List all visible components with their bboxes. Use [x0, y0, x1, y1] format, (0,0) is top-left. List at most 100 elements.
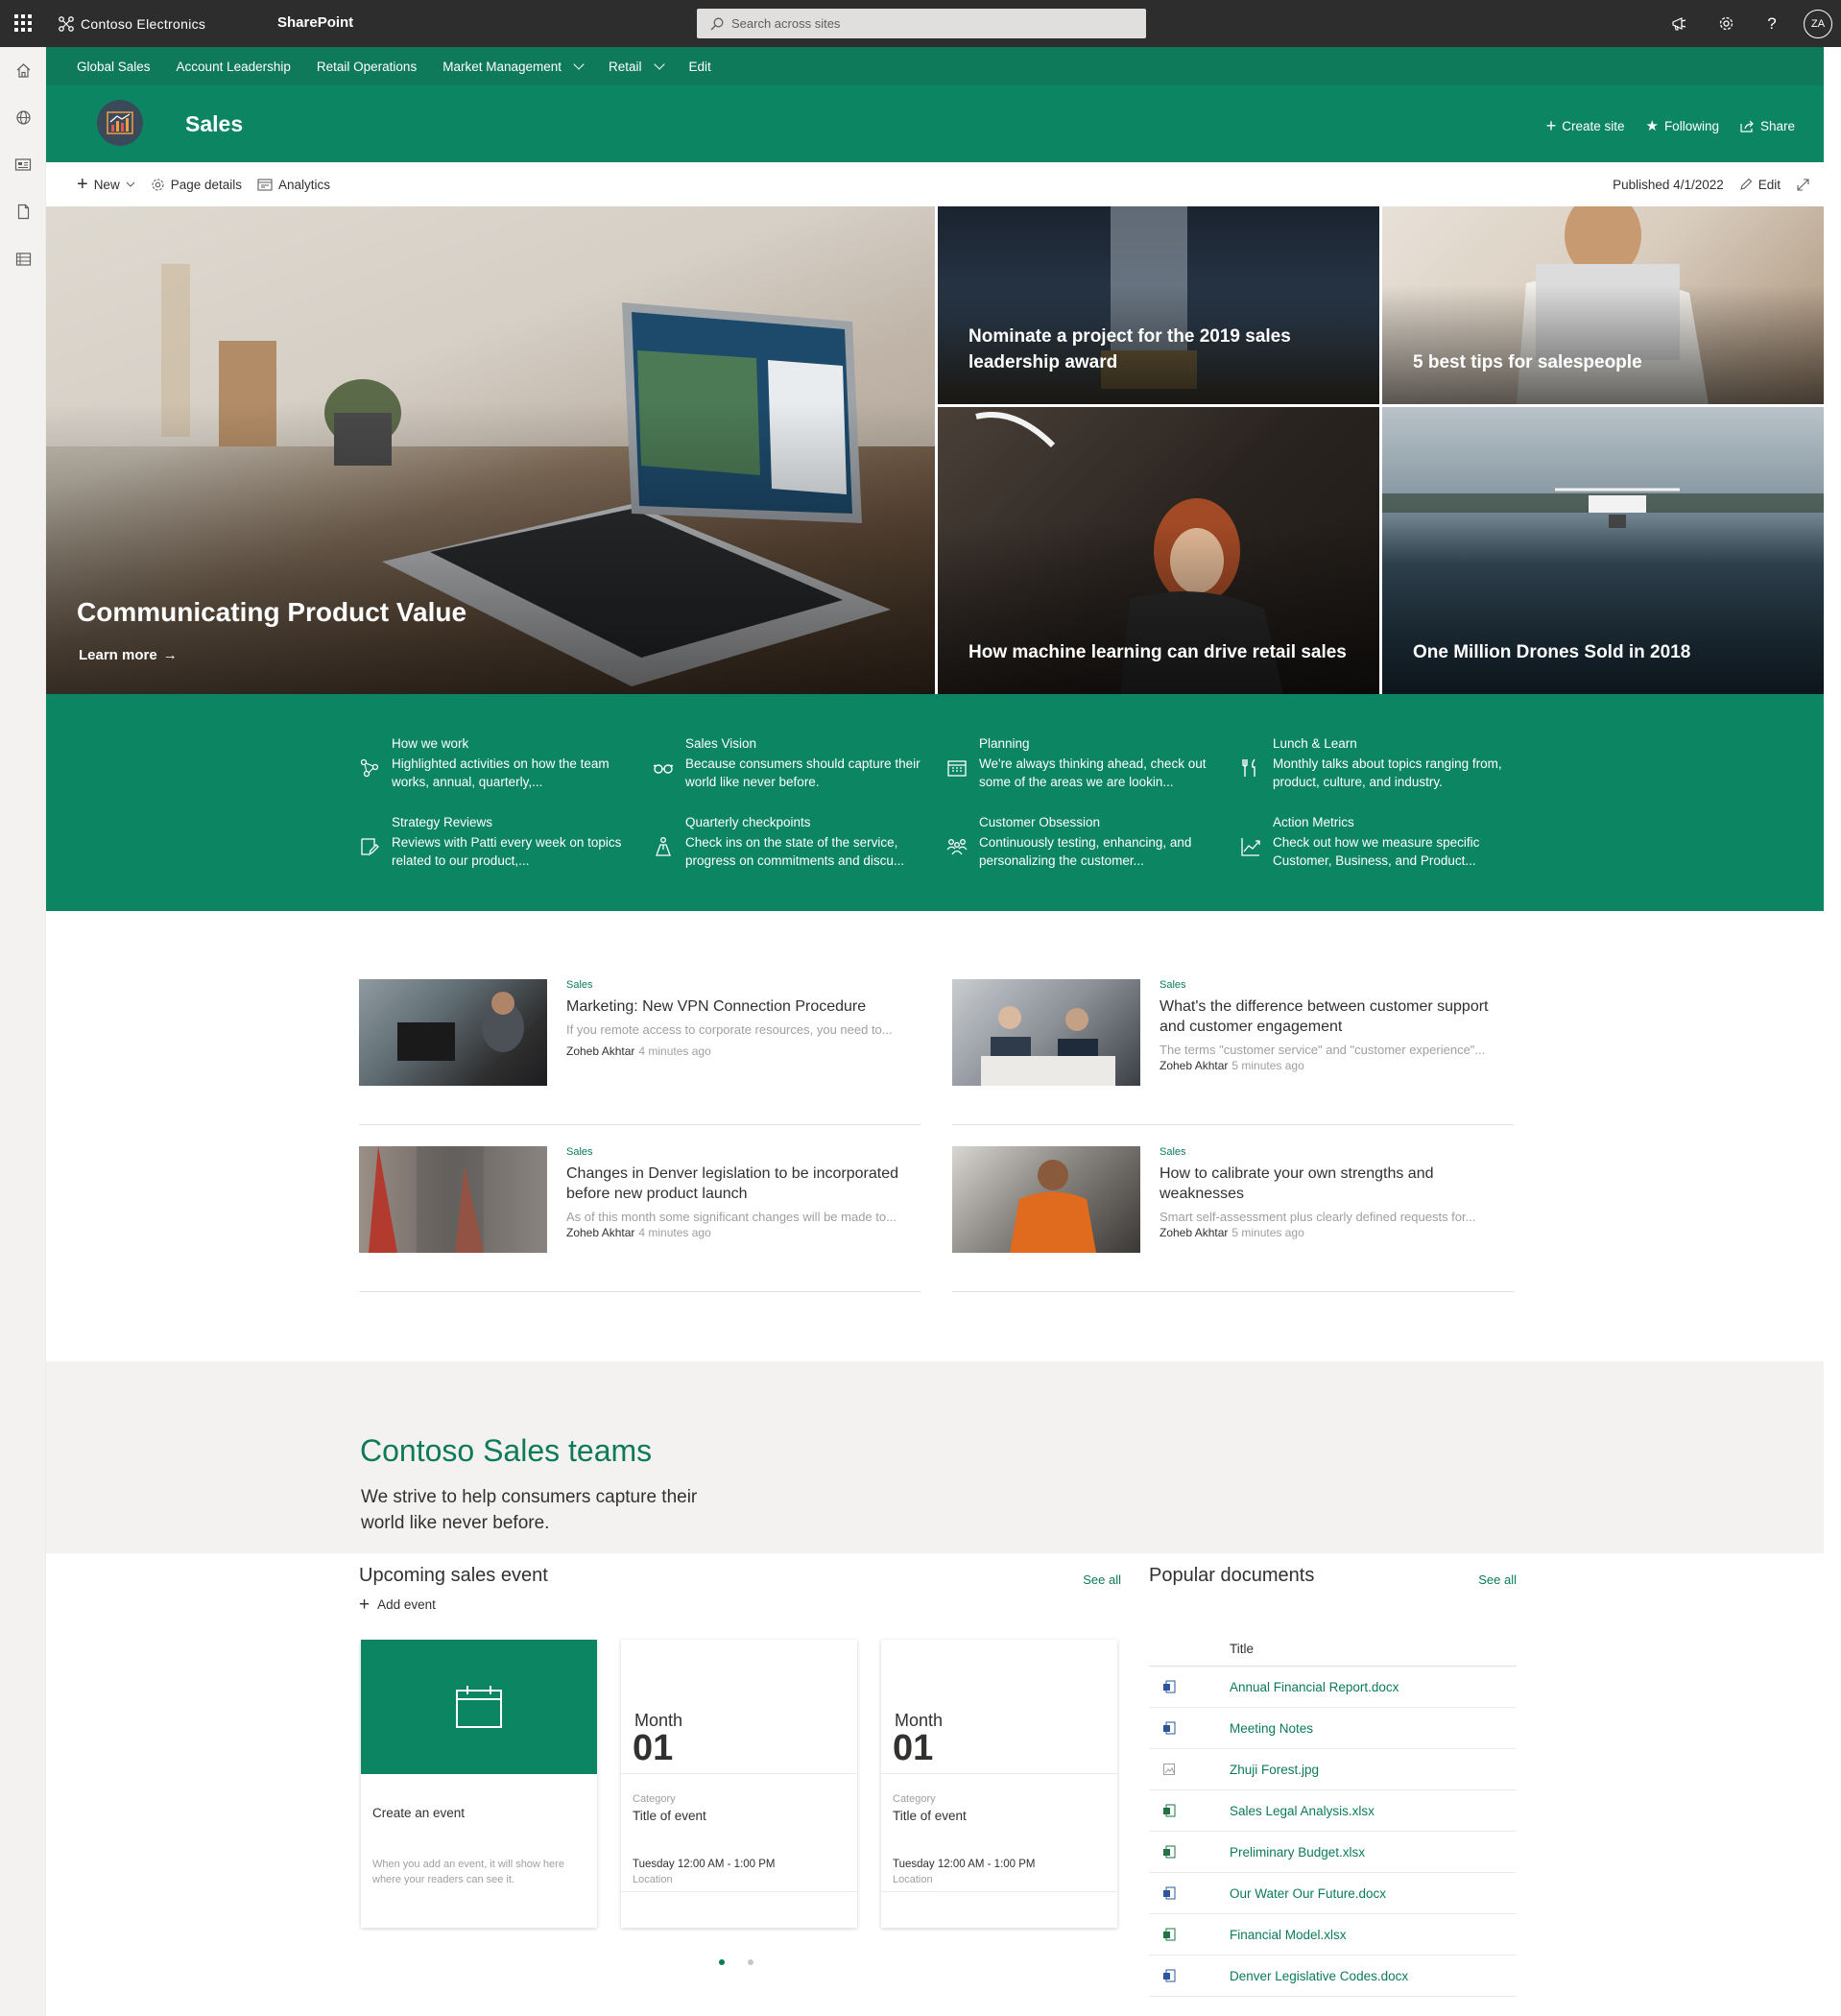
expand-icon[interactable]: [1796, 178, 1810, 192]
following-button[interactable]: ★ Following: [1645, 117, 1718, 134]
hero-tile-title: Nominate a project for the 2019 sales le…: [968, 326, 1291, 372]
hub-nav-label: Edit: [688, 59, 711, 74]
page-details-button[interactable]: Page details: [151, 178, 242, 192]
org-name-label: Contoso Electronics: [81, 16, 206, 32]
app-name[interactable]: SharePoint: [277, 14, 353, 31]
news-description: If you remote access to corporate resour…: [566, 1022, 893, 1037]
globe-icon[interactable]: [0, 94, 46, 141]
word-doc-icon: [1163, 1969, 1176, 1982]
hero-tile-award[interactable]: Nominate a project for the 2019 sales le…: [938, 206, 1379, 404]
quick-link-title: Strategy Reviews: [392, 815, 493, 829]
quick-link[interactable]: Strategy Reviews Reviews with Patti every…: [359, 815, 628, 870]
hub-nav-label: Retail: [609, 59, 642, 74]
quick-link[interactable]: Planning We're always thinking ahead, che…: [946, 736, 1215, 791]
hub-nav-retail[interactable]: Retail: [609, 58, 665, 74]
news-category[interactable]: Sales: [1160, 1146, 1514, 1158]
quick-link[interactable]: Sales Vision Because consumers should cap…: [653, 736, 921, 791]
document-row[interactable]: Preliminary Budget.xlsx: [1149, 1832, 1517, 1873]
pager-dot-active[interactable]: [719, 1959, 725, 1965]
news-category[interactable]: Sales: [566, 1146, 920, 1158]
quick-link[interactable]: How we work Highlighted activities on how…: [359, 736, 628, 791]
news-item[interactable]: Sales Changes in Denver legislation to b…: [359, 1146, 920, 1292]
quick-link[interactable]: Quarterly checkpoints Check ins on the st…: [653, 815, 921, 870]
hub-nav-label: Account Leadership: [176, 59, 291, 74]
column-header-title[interactable]: Title: [1149, 1632, 1517, 1667]
pager-dot[interactable]: [748, 1959, 753, 1965]
hub-nav-account-leadership[interactable]: Account Leadership: [177, 60, 291, 74]
file-icon[interactable]: [0, 188, 46, 235]
quick-link[interactable]: Action Metrics Check out how we measure s…: [1240, 815, 1509, 870]
event-title: Title of event: [633, 1809, 706, 1823]
search-box[interactable]: Search across sites: [697, 9, 1146, 38]
event-card[interactable]: Month 01 Category Title of event Tuesday…: [881, 1640, 1117, 1928]
quick-link-title: Quarterly checkpoints: [685, 815, 811, 829]
quick-link[interactable]: Lunch & Learn Monthly talks about topics …: [1240, 736, 1509, 791]
site-logo[interactable]: [97, 100, 143, 146]
help-icon[interactable]: ?: [1749, 0, 1795, 47]
event-divider: [881, 1891, 1117, 1892]
hub-nav-market-management[interactable]: Market Management: [442, 58, 585, 74]
hub-nav-retail-operations[interactable]: Retail Operations: [317, 60, 417, 74]
hero-tile-tips[interactable]: 5 best tips for salespeople: [1382, 206, 1824, 404]
news-item[interactable]: Sales Marketing: New VPN Connection Proc…: [359, 979, 920, 1125]
org-name[interactable]: Contoso Electronics: [58, 15, 205, 33]
list-icon[interactable]: [0, 235, 46, 282]
share-label: Share: [1759, 118, 1795, 133]
add-event-button[interactable]: + Add event: [359, 1596, 436, 1614]
edit-note-icon: [361, 838, 379, 856]
search-icon: [710, 17, 724, 30]
edit-label: Edit: [1757, 177, 1781, 192]
gear-icon[interactable]: [1703, 0, 1749, 47]
news-title[interactable]: Changes in Denver legislation to be inco…: [566, 1164, 920, 1204]
hero-tile-drones[interactable]: One Million Drones Sold in 2018: [1382, 407, 1824, 694]
news-author[interactable]: Zoheb Akhtar: [566, 1226, 634, 1239]
new-button[interactable]: + New: [77, 175, 135, 194]
hub-nav-global-sales[interactable]: Global Sales: [77, 60, 151, 74]
news-item[interactable]: Sales How to calibrate your own strength…: [952, 1146, 1514, 1292]
document-row[interactable]: Denver Legislative Codes.docx: [1149, 1956, 1517, 1997]
event-day: 01: [633, 1728, 674, 1768]
news-category[interactable]: Sales: [1160, 979, 1514, 991]
learn-more-link[interactable]: Learn more →: [79, 647, 178, 663]
news-icon[interactable]: [0, 141, 46, 188]
site-title[interactable]: Sales: [185, 111, 243, 137]
pencil-icon: [1739, 178, 1753, 190]
news-description: As of this month some significant change…: [566, 1210, 897, 1224]
create-event-card[interactable]: Create an event When you add an event, i…: [361, 1640, 597, 1928]
document-row[interactable]: Meeting Notes: [1149, 1708, 1517, 1749]
teams-description: We strive to help consumers capture thei…: [361, 1487, 698, 1533]
create-site-button[interactable]: + Create site: [1546, 117, 1625, 134]
hero-main-tile[interactable]: Communicating Product Value Learn more →: [46, 206, 935, 694]
megaphone-icon[interactable]: [1657, 0, 1703, 47]
news-author[interactable]: Zoheb Akhtar: [566, 1044, 634, 1058]
analytics-button[interactable]: Analytics: [257, 178, 330, 192]
home-icon[interactable]: [0, 47, 46, 94]
gear-icon: [152, 178, 164, 191]
news-byline: Zoheb Akhtar 4 minutes ago: [566, 1044, 920, 1058]
news-category[interactable]: Sales: [566, 979, 920, 991]
chart-logo-icon: [107, 111, 133, 134]
add-event-label: Add event: [377, 1597, 436, 1612]
quick-link[interactable]: Customer Obsession Continuously testing, …: [946, 815, 1215, 870]
news-item[interactable]: Sales What's the difference between cust…: [952, 979, 1514, 1125]
news-title[interactable]: What's the difference between customer s…: [1160, 996, 1514, 1037]
documents-see-all-link[interactable]: See all: [1478, 1572, 1517, 1587]
avatar[interactable]: ZA: [1804, 9, 1832, 38]
news-title[interactable]: Marketing: New VPN Connection Procedure: [566, 996, 920, 1017]
events-see-all-link[interactable]: See all: [1083, 1572, 1121, 1587]
hub-nav-edit[interactable]: Edit: [689, 60, 711, 74]
document-row[interactable]: Zhuji Forest.jpg: [1149, 1749, 1517, 1790]
hero-tile-machine-learning[interactable]: How machine learning can drive retail sa…: [938, 407, 1379, 694]
document-row[interactable]: Sales Legal Analysis.xlsx: [1149, 1790, 1517, 1832]
edit-button[interactable]: Edit: [1739, 178, 1781, 192]
news-author[interactable]: Zoheb Akhtar: [1160, 1059, 1228, 1072]
calendar-icon: [456, 1686, 502, 1728]
share-button[interactable]: Share: [1740, 119, 1795, 133]
app-launcher-icon[interactable]: [12, 12, 35, 35]
document-row[interactable]: Our Water Our Future.docx: [1149, 1873, 1517, 1914]
news-title[interactable]: How to calibrate your own strengths and …: [1160, 1164, 1514, 1204]
document-row[interactable]: Annual Financial Report.docx: [1149, 1667, 1517, 1708]
news-author[interactable]: Zoheb Akhtar: [1160, 1226, 1228, 1239]
document-row[interactable]: Financial Model.xlsx: [1149, 1914, 1517, 1956]
event-card[interactable]: Month 01 Category Title of event Tuesday…: [621, 1640, 857, 1928]
